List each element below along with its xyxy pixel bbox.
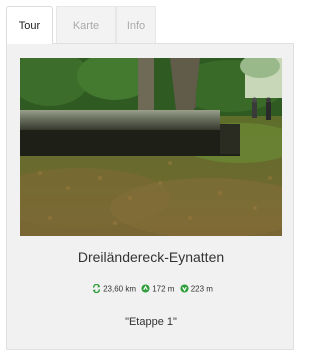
tour-stats: 23,60 km 172 m 223 m [7,284,295,294]
tour-photo[interactable] [20,58,282,236]
descent-value: 223 m [190,284,213,294]
tab-karte[interactable]: Karte [56,6,116,44]
tour-widget: Tour Karte Info Dreiländereck-Eynatten 2… [0,0,299,354]
tour-panel: Dreiländereck-Eynatten 23,60 km 172 m 22… [6,43,294,350]
distance-value: 23,60 km [103,284,136,294]
tour-stage: "Etappe 1" [125,316,177,328]
ascent-value: 172 m [152,284,175,294]
loop-arrows-icon [92,284,101,294]
arrow-down-circle-icon [180,284,189,293]
tab-info[interactable]: Info [116,6,156,44]
tour-title[interactable]: Dreiländereck-Eynatten [7,249,295,265]
arrow-up-circle-icon [141,284,150,293]
tab-tour[interactable]: Tour [6,6,53,44]
